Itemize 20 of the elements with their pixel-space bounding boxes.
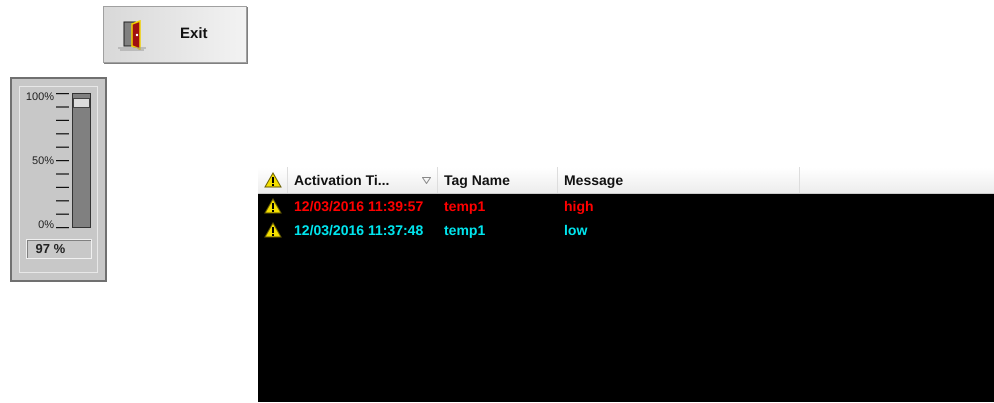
table-cell-text: temp1 <box>443 196 486 216</box>
scale-label: 100% <box>26 91 54 103</box>
warning-icon <box>264 198 282 214</box>
exit-button[interactable]: Exit <box>103 6 247 63</box>
slider-track[interactable] <box>72 93 92 228</box>
table-cell-text: high <box>563 196 595 216</box>
warning-icon <box>264 222 282 238</box>
sort-icon <box>422 176 431 184</box>
table-cell-text: 12/03/2016 11:39:57 <box>293 196 424 216</box>
column-header[interactable]: Tag Name <box>438 167 558 193</box>
value-display: 97 % <box>26 239 92 259</box>
table-cell-text: temp1 <box>443 220 486 240</box>
column-header[interactable]: Activation Ti... <box>288 167 438 193</box>
slider-thumb[interactable] <box>73 98 90 108</box>
table-cell-text: low <box>563 220 588 240</box>
scale-label: 50% <box>32 155 54 167</box>
column-header[interactable]: Message <box>558 167 800 193</box>
scale-label: 0% <box>38 219 54 231</box>
table-cell-text: 12/03/2016 11:37:48 <box>293 220 424 240</box>
warning-icon <box>264 172 282 188</box>
